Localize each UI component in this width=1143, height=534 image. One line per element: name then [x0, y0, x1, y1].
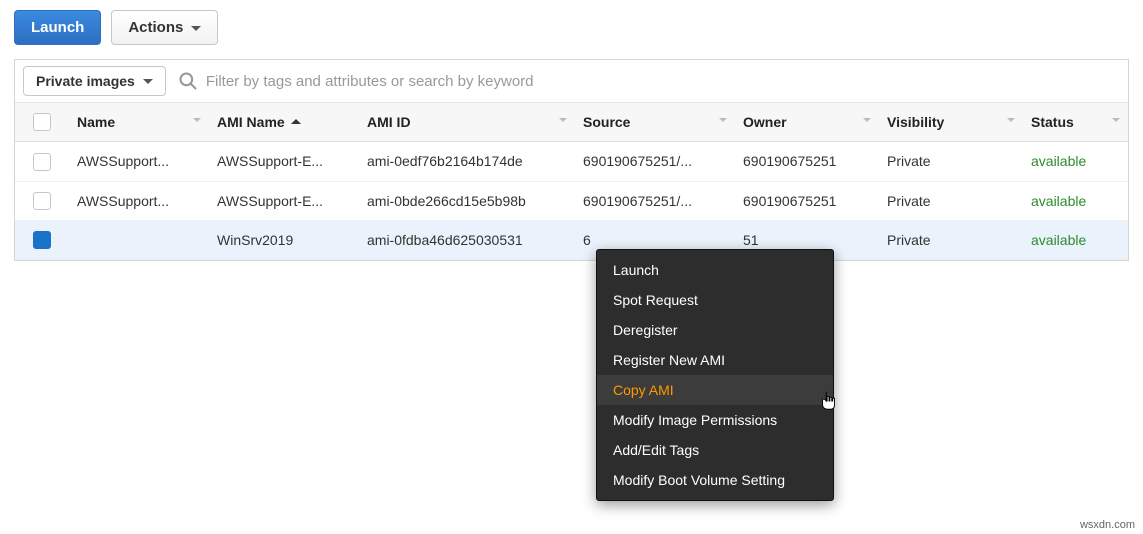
actions-label: Actions — [128, 19, 183, 36]
ami-table: Name AMI Name AMI ID Source Owner Visibi… — [15, 103, 1128, 260]
column-header-name[interactable]: Name — [69, 103, 209, 142]
cell-name: AWSSupport... — [69, 142, 209, 181]
actions-dropdown-button[interactable]: Actions — [111, 10, 218, 45]
cell-source: 690190675251/... — [575, 181, 735, 220]
sort-icon — [559, 118, 567, 126]
image-scope-label: Private images — [36, 73, 135, 89]
cell-status: available — [1023, 220, 1128, 259]
cell-ami-id: ami-0edf76b2164b174de — [359, 142, 575, 181]
caret-down-icon — [191, 26, 201, 36]
column-header-source[interactable]: Source — [575, 103, 735, 142]
sort-icon — [719, 118, 727, 126]
main-panel: Private images Name AMI Name AMI ID Sour… — [14, 59, 1129, 261]
context-menu-item[interactable]: Register New AMI — [597, 345, 833, 375]
column-header-ami-name[interactable]: AMI Name — [209, 103, 359, 142]
context-menu-item[interactable]: Modify Image Permissions — [597, 405, 833, 435]
launch-button[interactable]: Launch — [14, 10, 101, 45]
cell-owner: 690190675251 — [735, 181, 879, 220]
context-menu[interactable]: LaunchSpot RequestDeregisterRegister New… — [596, 249, 834, 501]
context-menu-item[interactable]: Spot Request — [597, 285, 833, 315]
status-text: available — [1031, 232, 1086, 248]
row-checkbox[interactable] — [33, 192, 51, 210]
table-row[interactable]: WinSrv2019ami-0fdba46d625030531651Privat… — [15, 220, 1128, 259]
search-input[interactable] — [204, 72, 1120, 91]
sort-asc-icon — [291, 114, 301, 124]
sort-icon — [1007, 118, 1015, 126]
context-menu-item[interactable]: Deregister — [597, 315, 833, 345]
table-row[interactable]: AWSSupport...AWSSupport-E...ami-0edf76b2… — [15, 142, 1128, 181]
sort-icon — [1112, 118, 1120, 126]
status-text: available — [1031, 153, 1086, 169]
row-checkbox[interactable] — [33, 153, 51, 171]
column-header-status[interactable]: Status — [1023, 103, 1128, 142]
column-header-owner[interactable]: Owner — [735, 103, 879, 142]
top-toolbar: Launch Actions — [0, 0, 1143, 59]
watermark: wsxdn.com — [1076, 518, 1139, 532]
context-menu-item[interactable]: Modify Boot Volume Setting — [597, 465, 833, 495]
status-text: available — [1031, 193, 1086, 209]
table-header-row: Name AMI Name AMI ID Source Owner Visibi… — [15, 103, 1128, 142]
context-menu-item[interactable]: Copy AMI — [597, 375, 833, 405]
cell-visibility: Private — [879, 220, 1023, 259]
table-row[interactable]: AWSSupport...AWSSupport-E...ami-0bde266c… — [15, 181, 1128, 220]
sort-icon — [863, 118, 871, 126]
cell-ami-id: ami-0fdba46d625030531 — [359, 220, 575, 259]
cell-status: available — [1023, 142, 1128, 181]
cell-status: available — [1023, 181, 1128, 220]
cell-name: AWSSupport... — [69, 181, 209, 220]
sort-icon — [193, 118, 201, 126]
cell-ami-name: WinSrv2019 — [209, 220, 359, 259]
cell-visibility: Private — [879, 181, 1023, 220]
filter-row: Private images — [15, 60, 1128, 103]
cell-ami-name: AWSSupport-E... — [209, 181, 359, 220]
context-menu-item[interactable]: Launch — [597, 255, 833, 285]
column-header-select[interactable] — [15, 103, 69, 142]
cell-name — [69, 220, 209, 259]
cell-ami-name: AWSSupport-E... — [209, 142, 359, 181]
select-all-checkbox[interactable] — [33, 113, 51, 131]
context-menu-item[interactable]: Add/Edit Tags — [597, 435, 833, 465]
column-header-visibility[interactable]: Visibility — [879, 103, 1023, 142]
cell-source: 690190675251/... — [575, 142, 735, 181]
image-scope-dropdown[interactable]: Private images — [23, 66, 166, 96]
cell-visibility: Private — [879, 142, 1023, 181]
cell-ami-id: ami-0bde266cd15e5b98b — [359, 181, 575, 220]
search-icon — [178, 71, 198, 91]
caret-down-icon — [143, 79, 153, 89]
cell-owner: 690190675251 — [735, 142, 879, 181]
column-header-ami-id[interactable]: AMI ID — [359, 103, 575, 142]
search-wrap — [174, 71, 1120, 91]
row-checkbox[interactable] — [33, 231, 51, 249]
